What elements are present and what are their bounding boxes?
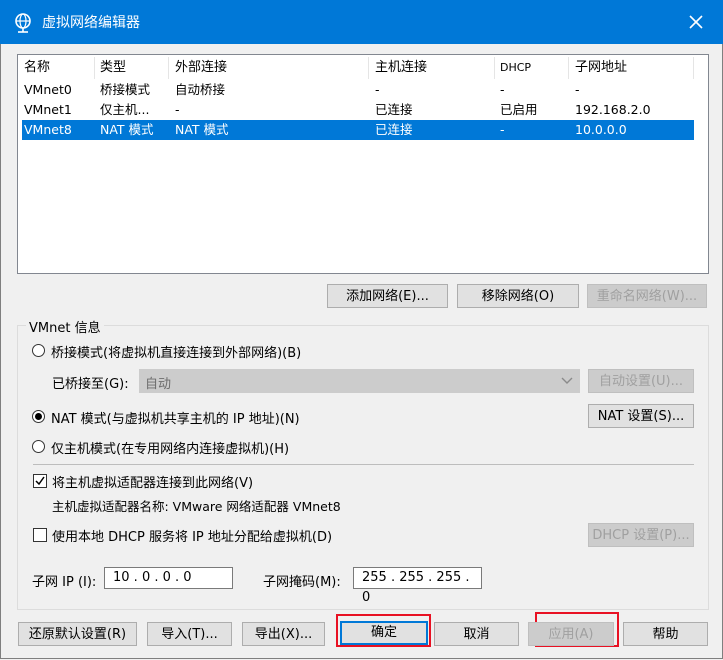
remove-network-button[interactable]: 移除网络(O)	[457, 284, 579, 308]
column-header-type[interactable]: 类型	[100, 57, 126, 79]
column-divider	[568, 57, 569, 79]
close-icon[interactable]	[686, 12, 706, 32]
restore-defaults-button[interactable]: 还原默认设置(R)	[18, 622, 137, 646]
cell-name: VMnet8	[24, 122, 72, 137]
network-globe-icon	[15, 13, 31, 33]
cell-name: VMnet1	[24, 102, 72, 117]
nat-mode-radio[interactable]	[32, 410, 45, 423]
cell-dhcp: 已启用	[500, 102, 538, 117]
radio-selected-dot	[35, 413, 42, 420]
cell-subnet: 192.168.2.0	[575, 102, 651, 117]
table-row[interactable]: VMnet1 仅主机... - 已连接 已启用 192.168.2.0	[22, 100, 694, 120]
column-header-subnet[interactable]: 子网地址	[575, 57, 627, 79]
cell-host: 已连接	[375, 122, 413, 137]
column-header-name[interactable]: 名称	[24, 57, 50, 79]
connect-adapter-label[interactable]: 将主机虚拟适配器连接到此网络(V)	[52, 472, 253, 491]
window-title: 虚拟网络编辑器	[42, 15, 140, 31]
nat-mode-label[interactable]: NAT 模式(与虚拟机共享主机的 IP 地址)(N)	[51, 408, 300, 427]
column-divider	[94, 57, 95, 79]
help-button[interactable]: 帮助	[623, 622, 708, 646]
column-header-external[interactable]: 外部连接	[175, 57, 227, 79]
chevron-down-icon	[561, 377, 573, 384]
column-divider	[494, 57, 495, 79]
cell-type: 仅主机...	[100, 102, 150, 117]
cell-subnet: -	[575, 82, 580, 97]
checkmark-icon	[35, 476, 45, 486]
cell-external: 自动桥接	[175, 82, 226, 97]
cell-host: 已连接	[375, 102, 413, 117]
dhcp-label[interactable]: 使用本地 DHCP 服务将 IP 地址分配给虚拟机(D)	[52, 526, 332, 545]
subnet-mask-label: 子网掩码(M):	[263, 575, 341, 590]
subnet-ip-input[interactable]: 10 . 0 . 0 . 0	[104, 567, 233, 589]
title-bar: 虚拟网络编辑器	[0, 0, 723, 44]
import-button[interactable]: 导入(T)...	[147, 622, 232, 646]
cell-dhcp: -	[500, 122, 505, 137]
bridged-mode-label[interactable]: 桥接模式(将虚拟机直接连接到外部网络)(B)	[51, 342, 301, 361]
adapter-name-text: 主机虚拟适配器名称: VMware 网络适配器 VMnet8	[52, 499, 341, 514]
host-only-mode-label[interactable]: 仅主机模式(在专用网络内连接虚拟机)(H)	[51, 438, 289, 457]
apply-button[interactable]: 应用(A)	[528, 622, 614, 646]
ok-button[interactable]: 确定	[340, 621, 428, 645]
column-header-dhcp[interactable]: DHCP	[500, 57, 531, 79]
cell-external: -	[175, 102, 180, 117]
add-network-button[interactable]: 添加网络(E)...	[327, 284, 448, 308]
bridged-to-select[interactable]: 自动	[139, 369, 580, 393]
network-table[interactable]: 名称 类型 外部连接 主机连接 DHCP 子网地址 VMnet0 桥接模式 自动…	[17, 54, 709, 274]
subnet-mask-input[interactable]: 255 . 255 . 255 . 0	[353, 567, 482, 605]
host-only-mode-radio[interactable]	[32, 440, 45, 453]
auto-settings-button[interactable]: 自动设置(U)...	[588, 369, 694, 393]
subnet-ip-label: 子网 IP (I):	[32, 575, 97, 590]
column-divider	[368, 57, 369, 79]
cell-dhcp: -	[500, 82, 505, 97]
bridged-mode-radio[interactable]	[32, 344, 45, 357]
column-divider	[693, 57, 694, 79]
cell-host: -	[375, 82, 380, 97]
cell-external: NAT 模式	[175, 122, 229, 137]
table-row-selected[interactable]: VMnet8 NAT 模式 NAT 模式 已连接 - 10.0.0.0	[22, 120, 694, 140]
divider	[33, 464, 694, 465]
column-header-host[interactable]: 主机连接	[375, 57, 427, 79]
export-button[interactable]: 导出(X)...	[242, 622, 325, 646]
bridged-to-value: 自动	[145, 377, 172, 392]
table-row[interactable]: VMnet0 桥接模式 自动桥接 - - -	[22, 80, 694, 100]
connect-adapter-checkbox[interactable]	[33, 474, 47, 488]
bridged-to-label: 已桥接至(G):	[52, 377, 129, 392]
column-divider	[168, 57, 169, 79]
cell-name: VMnet0	[24, 82, 72, 97]
cell-type: 桥接模式	[100, 82, 151, 97]
cancel-button[interactable]: 取消	[434, 622, 519, 646]
dhcp-checkbox[interactable]	[33, 528, 47, 542]
dhcp-settings-button[interactable]: DHCP 设置(P)...	[588, 523, 694, 547]
vmnet-info-label: VMnet 信息	[26, 317, 104, 336]
nat-settings-button[interactable]: NAT 设置(S)...	[588, 404, 694, 428]
cell-type: NAT 模式	[100, 122, 154, 137]
cell-subnet: 10.0.0.0	[575, 122, 627, 137]
rename-network-button[interactable]: 重命名网络(W)...	[587, 284, 707, 308]
